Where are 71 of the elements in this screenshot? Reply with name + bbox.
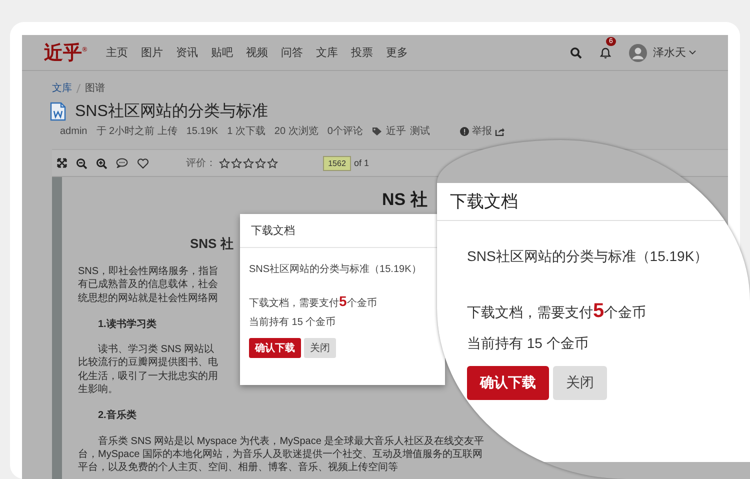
meta-text: 1 次下载 [227, 124, 266, 138]
page-number-field[interactable]: 1562 [323, 156, 351, 170]
document-heading: 1.读书学习类 [97, 318, 156, 332]
avatar-icon[interactable] [629, 44, 647, 62]
magnified-title-text: NS 社 [382, 190, 428, 210]
dialog-title: 下载文档 [251, 224, 295, 238]
balance-text: 当前持有 15 个金币 [249, 316, 337, 329]
report-link[interactable]: 举报 [472, 124, 492, 138]
rating-stars[interactable] [219, 158, 278, 168]
breadcrumb-item[interactable]: 文库 [52, 81, 72, 95]
tag-icon [372, 126, 382, 136]
tag-link[interactable]: 测试 [410, 124, 430, 138]
document-text-line: 台，MySpace 国际的本地化网站，为音乐人及歌迷提供一个社交、互动及增值服务的互联网 [78, 448, 482, 462]
star-icon[interactable] [231, 158, 242, 168]
meta-text: 于 2小时之前 上传 [96, 124, 178, 138]
meta-text: admin [60, 126, 88, 136]
document-text-line: 化生活，吸引了一大批忠实的用 [78, 370, 218, 384]
search-icon[interactable] [570, 46, 582, 58]
meta-text: 0个评论 [327, 125, 363, 138]
star-icon[interactable] [243, 158, 254, 168]
caret-icon[interactable] [689, 50, 696, 55]
nav-link[interactable]: 图片 [141, 45, 163, 60]
payment-text: 下载文档，需要支付5个金币 [249, 293, 378, 310]
share-icon[interactable] [494, 126, 505, 136]
star-icon[interactable] [267, 158, 278, 168]
document-text-line: 音乐类 SNS 网站是以 Myspace 为代表，MySpace 是全球最大音乐人社区及在线交友平 [97, 434, 484, 448]
document-text-line: 统思想的网站就是社会性网络网 [78, 292, 218, 305]
file-info-text: SNS社区网站的分类与标准（15.19K） [467, 248, 710, 266]
bell-icon[interactable] [600, 46, 611, 58]
document-text-line: 平台，以及免费的个人主页、空间、相册、博客、音乐、视频上传空间等 [78, 461, 398, 475]
document-text-line: SNS，即社会性网络服务，指旨 [78, 265, 219, 278]
confirm-download-button[interactable]: 确认下载 [467, 366, 549, 400]
nav-link[interactable]: 更多 [386, 45, 408, 60]
document-heading: 2.音乐类 [97, 409, 136, 423]
zoom-out-icon[interactable] [76, 158, 87, 168]
rating-label: 评价： [186, 157, 216, 170]
nav-link[interactable]: 贴吧 [211, 45, 233, 60]
confirm-download-button[interactable]: 确认下载 [249, 338, 301, 358]
meta-text: 20 次浏览 [274, 124, 318, 138]
payment-text: 下载文档，需要支付5个金币 [467, 300, 648, 323]
info-icon [460, 126, 469, 136]
document-heading: SNS 社 [189, 237, 234, 251]
document-text-line: 生影响。 [78, 383, 118, 396]
page-total: of 1 [354, 158, 370, 168]
nav-link[interactable]: 投票 [351, 45, 373, 60]
comment-icon[interactable] [116, 158, 128, 168]
star-icon[interactable] [219, 158, 230, 168]
document-text-line: 读书、学习类 SNS 网站以 [97, 343, 214, 356]
site-logo[interactable]: 近乎$^{®}$ [44, 40, 106, 66]
star-icon[interactable] [255, 158, 266, 168]
user-name[interactable]: 泽水天 [653, 45, 686, 60]
file-info-text: SNS社区网站的分类与标准（15.19K） [249, 262, 422, 276]
nav-link[interactable]: 文库 [316, 45, 338, 60]
balance-text: 当前持有 15 个金币 [467, 335, 590, 353]
meta-text: 15.19K [186, 126, 218, 136]
dialog-title: 下载文档 [450, 191, 518, 213]
nav-link[interactable]: 问答 [281, 45, 303, 60]
document-text-line: 比较流行的豆瓣网提供图书、电 [78, 356, 218, 370]
document-title: SNS社区网站的分类与标准 [75, 102, 268, 122]
word-document-icon [50, 102, 66, 121]
nav-link[interactable]: 视频 [246, 45, 268, 60]
close-button[interactable]: 关闭 [304, 338, 336, 358]
heart-icon[interactable] [137, 158, 149, 168]
nav-link[interactable]: 主页 [106, 45, 128, 60]
document-text-line: 有已成熟普及的信息载体，社会 [78, 278, 218, 292]
close-button[interactable]: 关闭 [553, 366, 607, 400]
nav-link[interactable]: 资讯 [176, 45, 198, 60]
breadcrumb-item: 图谱 [85, 82, 105, 95]
zoom-in-icon[interactable] [96, 158, 107, 168]
tag-link[interactable]: 近乎 [386, 124, 406, 138]
fullscreen-icon[interactable] [57, 158, 67, 168]
